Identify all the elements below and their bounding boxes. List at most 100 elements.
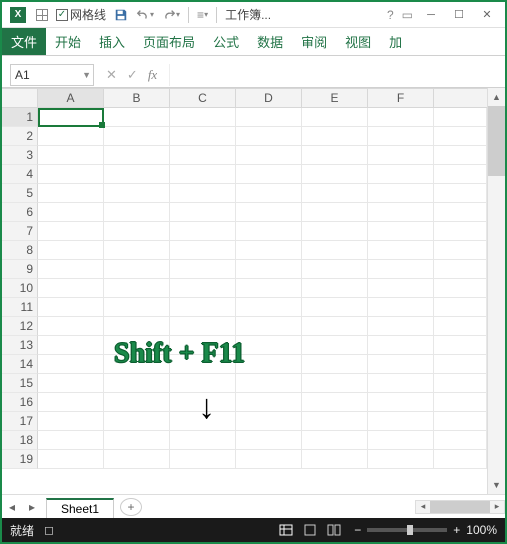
cell[interactable] <box>236 127 302 146</box>
cell[interactable] <box>236 450 302 469</box>
cell[interactable] <box>434 260 487 279</box>
tab-data[interactable]: 数据 <box>248 28 292 55</box>
cell[interactable] <box>104 260 170 279</box>
cell[interactable] <box>170 355 236 374</box>
cell[interactable] <box>302 127 368 146</box>
cell[interactable] <box>38 450 104 469</box>
cell[interactable] <box>434 165 487 184</box>
cell[interactable] <box>104 165 170 184</box>
row-header[interactable]: 8 <box>2 241 38 260</box>
row-header[interactable]: 13 <box>2 336 38 355</box>
cell[interactable] <box>302 412 368 431</box>
scroll-thumb-h[interactable] <box>430 501 490 513</box>
scroll-down-button[interactable]: ▼ <box>488 476 505 494</box>
cell[interactable] <box>38 355 104 374</box>
cell[interactable] <box>236 431 302 450</box>
cell[interactable] <box>104 298 170 317</box>
cell[interactable] <box>170 279 236 298</box>
cell[interactable] <box>38 317 104 336</box>
cell[interactable] <box>38 222 104 241</box>
cell[interactable] <box>104 108 170 127</box>
cell[interactable] <box>434 336 487 355</box>
cell[interactable] <box>38 279 104 298</box>
worksheet-grid[interactable]: A B C D E F 1 2 3 4 5 6 7 8 9 10 11 12 1… <box>2 88 505 494</box>
cell[interactable] <box>236 108 302 127</box>
cell[interactable] <box>434 184 487 203</box>
cell[interactable] <box>38 336 104 355</box>
select-all-corner[interactable] <box>2 88 38 108</box>
cell[interactable] <box>170 412 236 431</box>
cell[interactable] <box>236 203 302 222</box>
col-header[interactable]: A <box>38 89 104 108</box>
scroll-left-button[interactable]: ◂ <box>416 501 430 512</box>
cell[interactable] <box>170 127 236 146</box>
cell[interactable] <box>368 127 434 146</box>
tab-home[interactable]: 开始 <box>46 28 90 55</box>
qat-menu[interactable]: ≡ ▾ <box>193 8 212 22</box>
cell[interactable] <box>170 108 236 127</box>
scroll-thumb[interactable] <box>488 106 505 176</box>
cell[interactable] <box>368 412 434 431</box>
cell[interactable] <box>104 146 170 165</box>
cell[interactable] <box>236 336 302 355</box>
cell[interactable] <box>104 241 170 260</box>
cell[interactable] <box>368 279 434 298</box>
cell[interactable] <box>104 374 170 393</box>
cell[interactable] <box>236 279 302 298</box>
cell[interactable] <box>368 374 434 393</box>
cell[interactable] <box>236 184 302 203</box>
zoom-level[interactable]: 100% <box>466 523 497 537</box>
cell[interactable] <box>236 317 302 336</box>
view-page-layout-button[interactable] <box>299 522 321 538</box>
cell[interactable] <box>104 355 170 374</box>
sheet-nav-next[interactable]: ▸ <box>22 500 42 514</box>
cell[interactable] <box>368 222 434 241</box>
cell[interactable] <box>368 431 434 450</box>
cell[interactable] <box>104 393 170 412</box>
cell[interactable] <box>236 412 302 431</box>
cell[interactable] <box>236 374 302 393</box>
cell[interactable] <box>170 146 236 165</box>
cell[interactable] <box>104 184 170 203</box>
view-normal-button[interactable] <box>275 522 297 538</box>
row-header[interactable]: 4 <box>2 165 38 184</box>
row-header[interactable]: 7 <box>2 222 38 241</box>
zoom-slider[interactable] <box>367 528 447 532</box>
cell[interactable] <box>170 260 236 279</box>
tab-page-layout[interactable]: 页面布局 <box>134 28 204 55</box>
cell[interactable] <box>434 431 487 450</box>
cell[interactable] <box>302 222 368 241</box>
cell[interactable] <box>434 241 487 260</box>
tab-addins[interactable]: 加 <box>380 28 411 55</box>
cell[interactable] <box>368 336 434 355</box>
row-header[interactable]: 3 <box>2 146 38 165</box>
view-page-break-button[interactable] <box>323 522 345 538</box>
cell[interactable] <box>38 298 104 317</box>
cell[interactable] <box>368 146 434 165</box>
tab-file[interactable]: 文件 <box>2 28 46 55</box>
cell[interactable] <box>38 412 104 431</box>
cell[interactable] <box>170 184 236 203</box>
cell[interactable] <box>38 260 104 279</box>
cell[interactable] <box>434 222 487 241</box>
cell[interactable] <box>368 241 434 260</box>
cell[interactable] <box>302 317 368 336</box>
gridlines-toggle[interactable]: ✓ 网格线 <box>52 6 110 23</box>
cell[interactable] <box>368 393 434 412</box>
new-sheet-button[interactable]: + <box>120 498 142 516</box>
row-header[interactable]: 16 <box>2 393 38 412</box>
row-header[interactable]: 11 <box>2 298 38 317</box>
undo-button[interactable]: ▾ <box>132 8 158 22</box>
ribbon-display-options[interactable]: ▭ <box>398 8 417 22</box>
cell[interactable] <box>368 355 434 374</box>
cell[interactable] <box>302 298 368 317</box>
cell[interactable] <box>38 127 104 146</box>
cell[interactable] <box>434 374 487 393</box>
cell[interactable] <box>368 260 434 279</box>
row-header[interactable]: 14 <box>2 355 38 374</box>
cell[interactable] <box>170 374 236 393</box>
cell[interactable] <box>302 374 368 393</box>
macro-record-icon[interactable]: ◻ <box>44 523 54 537</box>
grid-toggle-icon[interactable] <box>32 9 52 21</box>
cell[interactable] <box>38 108 104 127</box>
